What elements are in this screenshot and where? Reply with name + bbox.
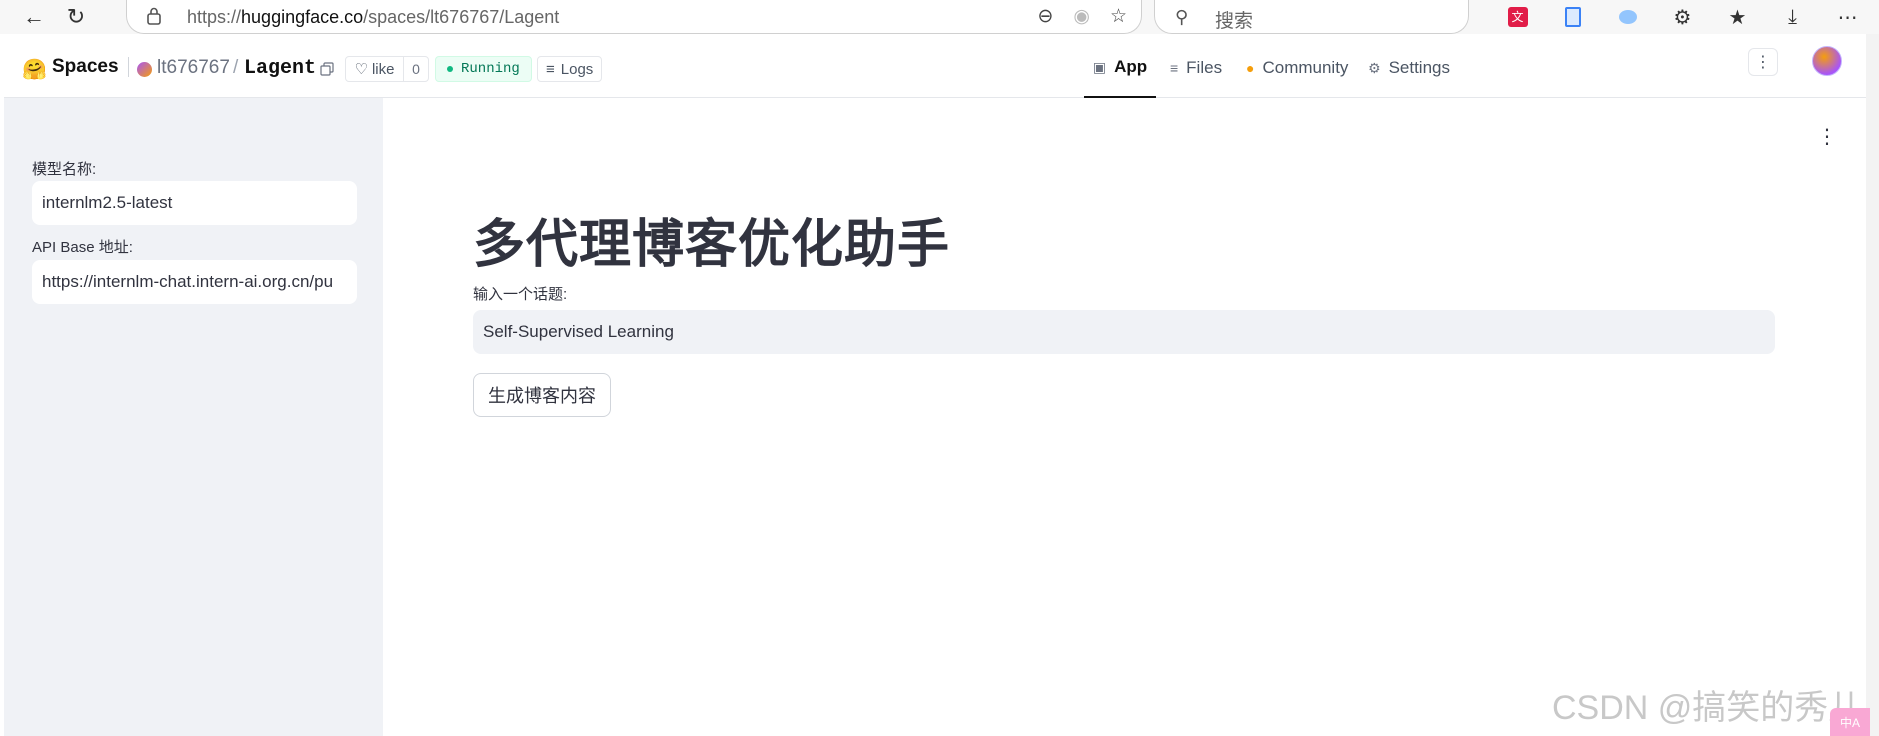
document-extension-icon[interactable]	[1545, 3, 1600, 31]
translate-badge-icon[interactable]: 中A	[1830, 708, 1870, 736]
spaces-link[interactable]: Spaces	[52, 56, 119, 78]
translate-extension-icon[interactable]: 文	[1490, 3, 1545, 31]
user-avatar[interactable]	[1812, 46, 1842, 76]
logs-label: Logs	[560, 60, 594, 78]
owner-link[interactable]: lt676767	[157, 57, 230, 79]
puzzle-extensions-icon[interactable]: ⚙	[1655, 3, 1710, 31]
app-menu-icon[interactable]: ⋮	[1817, 124, 1837, 149]
space-name-link[interactable]: Lagent	[244, 57, 316, 80]
status-text: Running	[461, 61, 520, 77]
favorite-star-icon[interactable]: ☆	[1110, 5, 1127, 28]
status-dot-icon	[447, 66, 453, 72]
browser-menu-icon[interactable]: ⋯	[1820, 3, 1875, 31]
downloads-icon[interactable]: ⤓	[1765, 3, 1820, 31]
reload-icon[interactable]: ↻	[62, 4, 90, 30]
topic-input[interactable]: Self-Supervised Learning	[473, 310, 1775, 354]
watermark: CSDN @搞笑的秀儿	[1552, 689, 1863, 727]
favorites-list-icon[interactable]: ★	[1710, 3, 1765, 31]
space-header: 🤗 Spaces lt676767 / Lagent ♡ like 0 Runni…	[4, 38, 1866, 98]
browser-extension-icon[interactable]	[1600, 3, 1655, 31]
owner-avatar	[137, 62, 152, 77]
community-icon: ●	[1246, 60, 1255, 76]
scrollbar-track[interactable]	[1866, 34, 1879, 736]
search-placeholder: 搜索	[1215, 11, 1254, 32]
heart-icon: ♡	[354, 61, 368, 78]
main-content: ⋮ 多代理博客优化助手 输入一个话题: Self-Supervised Lear…	[383, 98, 1866, 736]
zoom-out-icon[interactable]: ⊖	[1037, 5, 1053, 28]
path-separator: /	[233, 57, 239, 78]
like-button[interactable]: ♡ like 0	[345, 56, 429, 82]
more-options-button[interactable]: ⋮	[1748, 48, 1778, 76]
divider	[128, 57, 129, 77]
cube-icon: ▣	[1092, 58, 1107, 75]
hugging-face-logo-icon[interactable]: 🤗	[22, 57, 47, 82]
browser-search-box[interactable]: ⚲ 搜索	[1154, 0, 1469, 34]
generate-blog-button[interactable]: 生成博客内容	[473, 373, 611, 417]
search-icon: ⚲	[1175, 7, 1189, 27]
gear-icon: ⚙	[1368, 59, 1381, 76]
vertical-dots-icon: ⋮	[1755, 54, 1771, 71]
topic-label: 输入一个话题:	[473, 286, 568, 303]
model-name-input[interactable]: internlm2.5-latest	[32, 181, 357, 225]
like-count: 0	[412, 61, 420, 77]
tab-community[interactable]: ● Community	[1246, 38, 1348, 98]
lock-icon	[147, 7, 161, 25]
model-name-label: 模型名称:	[32, 161, 97, 178]
page-title: 多代理博客优化助手	[473, 216, 951, 274]
back-arrow-icon[interactable]: ←	[20, 4, 48, 30]
api-base-input[interactable]: https://internlm-chat.intern-ai.org.cn/p…	[32, 260, 357, 304]
address-bar[interactable]: https://huggingface.co/spaces/lt676767/L…	[126, 0, 1142, 34]
logs-icon: ≡	[546, 60, 555, 78]
edge-sync-icon[interactable]: ◉	[1073, 5, 1090, 28]
tab-settings[interactable]: ⚙ Settings	[1368, 38, 1450, 98]
url-text: https://huggingface.co/spaces/lt676767/L…	[187, 7, 560, 27]
sidebar: 模型名称: internlm2.5-latest API Base 地址: ht…	[4, 98, 383, 736]
like-label: like	[371, 60, 395, 78]
tab-files[interactable]: ≡ Files	[1170, 38, 1222, 98]
files-icon: ≡	[1170, 60, 1179, 76]
status-badge[interactable]: Running	[435, 56, 532, 82]
tab-app[interactable]: ▣ App	[1084, 38, 1156, 98]
api-base-label: API Base 地址:	[32, 239, 133, 256]
logs-button[interactable]: ≡ Logs	[537, 56, 603, 82]
copy-icon[interactable]	[320, 62, 334, 76]
browser-toolbar: ← ↻ https://huggingface.co/spaces/lt6767…	[0, 0, 1879, 34]
